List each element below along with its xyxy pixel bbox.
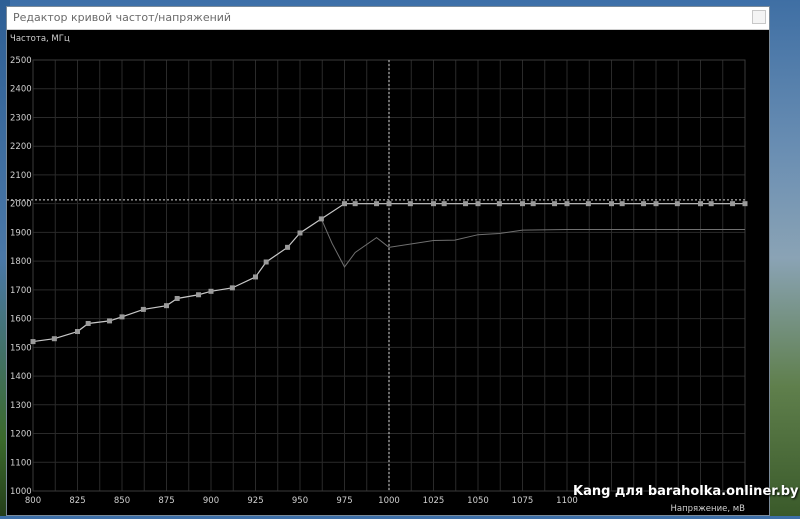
y-tick-label: 2300 [10, 113, 32, 123]
curve-point[interactable] [208, 288, 214, 294]
curve-point[interactable] [263, 259, 269, 265]
y-tick-label: 2500 [10, 56, 32, 66]
x-tick-label: 850 [114, 496, 130, 506]
y-tick-label: 1600 [10, 315, 32, 325]
x-tick-label: 975 [336, 496, 352, 506]
close-button[interactable] [752, 10, 766, 24]
x-tick-label: 1050 [467, 496, 489, 506]
y-axis-label: Частота, МГц [10, 34, 70, 44]
curve-point[interactable] [742, 201, 748, 207]
y-tick-label: 1800 [10, 257, 32, 267]
curve-point[interactable] [253, 274, 258, 280]
curve-point[interactable] [609, 201, 614, 207]
curve-point[interactable] [51, 336, 57, 342]
curve-point[interactable] [374, 201, 380, 207]
tick-labels: 1000 1100 1200 1300 1400 1500 1600 1700 1800 1900… [10, 56, 578, 506]
curve-point[interactable] [431, 201, 436, 207]
y-tick-label: 2400 [10, 85, 32, 95]
y-tick-label: 1700 [10, 286, 32, 296]
y-tick-label: 1400 [10, 372, 32, 382]
curve-point[interactable] [441, 201, 447, 207]
curve-point[interactable] [698, 201, 703, 207]
x-tick-label: 800 [25, 496, 41, 506]
curve-point[interactable] [407, 201, 413, 207]
y-tick-label: 2000 [10, 200, 32, 210]
x-tick-label: 875 [158, 496, 174, 506]
window-title: Редактор кривой частот/напряжений [13, 11, 232, 24]
curve-point[interactable] [520, 201, 525, 207]
watermark-text: Kang для baraholka.onliner.by [573, 484, 799, 499]
frequency-voltage-chart[interactable]: 1000 1100 1200 1300 1400 1500 1600 1700 1800 1900… [7, 29, 769, 515]
y-tick-label: 2100 [10, 171, 32, 181]
curve-point[interactable] [352, 201, 358, 207]
curve-point[interactable] [285, 244, 291, 250]
curve-point[interactable] [653, 201, 659, 207]
x-tick-label: 825 [69, 496, 85, 506]
x-tick-label: 1025 [423, 496, 445, 506]
window-titlebar[interactable]: Редактор кривой частот/напряжений [7, 7, 769, 30]
y-tick-label: 2200 [10, 142, 32, 152]
curve-point[interactable] [530, 201, 536, 207]
x-tick-label: 1075 [512, 496, 534, 506]
x-tick-label: 1000 [378, 496, 400, 506]
curve-point[interactable] [641, 201, 647, 207]
curve-point[interactable] [164, 303, 169, 309]
y-tick-label: 1200 [10, 430, 32, 440]
curve-point[interactable] [674, 201, 680, 207]
curve-point[interactable] [318, 216, 324, 222]
curve-point[interactable] [140, 306, 146, 312]
curve-point[interactable] [119, 314, 125, 320]
desktop-background-right [770, 0, 800, 516]
curve-point[interactable] [386, 201, 392, 207]
curve-point[interactable] [196, 292, 202, 298]
curve-point[interactable] [75, 329, 80, 335]
reference-curve-line [320, 218, 745, 268]
crosshair-guides [7, 60, 745, 491]
x-axis-label: Напряжение, мВ [670, 504, 745, 514]
curve-editor-window: Редактор кривой частот/напряжений 1000 11… [6, 6, 770, 516]
curve-point[interactable] [174, 295, 180, 301]
curve-point[interactable] [730, 201, 736, 207]
curve-point[interactable] [708, 201, 714, 207]
curve-point[interactable] [475, 201, 481, 207]
y-tick-label: 1900 [10, 228, 32, 238]
curve-point[interactable] [342, 201, 347, 207]
y-tick-label: 1300 [10, 401, 32, 411]
curve-point[interactable] [619, 201, 625, 207]
curve-point[interactable] [552, 201, 558, 207]
x-tick-label: 950 [292, 496, 308, 506]
chart-area[interactable]: 1000 1100 1200 1300 1400 1500 1600 1700 1800 1900… [7, 29, 769, 515]
curve-point[interactable] [85, 320, 91, 326]
x-tick-label: 900 [203, 496, 219, 506]
curve-point[interactable] [229, 285, 235, 291]
curve-point[interactable] [107, 318, 113, 324]
y-tick-label: 1100 [10, 458, 32, 468]
curve-point[interactable] [463, 201, 469, 207]
y-tick-label: 1500 [10, 343, 32, 353]
curve-point[interactable] [496, 201, 502, 207]
x-tick-label: 925 [247, 496, 263, 506]
curve-point[interactable] [297, 230, 303, 236]
curve-point[interactable] [585, 201, 591, 207]
curve-point[interactable] [564, 201, 570, 207]
